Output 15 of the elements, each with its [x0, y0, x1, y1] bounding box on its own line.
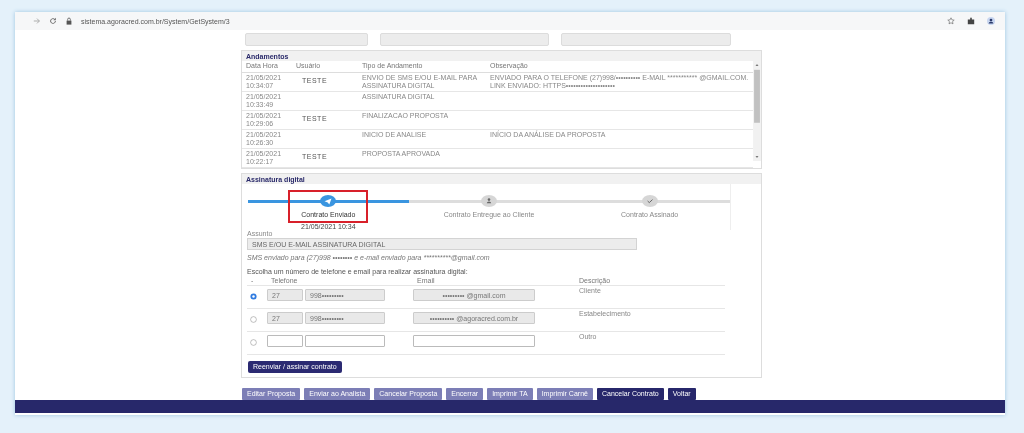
- reload-icon[interactable]: [49, 17, 57, 25]
- radio-button[interactable]: [250, 293, 257, 300]
- input-field[interactable]: [267, 335, 303, 347]
- profile-icon[interactable]: [987, 17, 995, 25]
- input-field[interactable]: [561, 33, 731, 46]
- star-icon[interactable]: [947, 17, 955, 25]
- input-field[interactable]: [380, 33, 549, 46]
- input-field[interactable]: [245, 33, 368, 46]
- radio-button[interactable]: [250, 316, 257, 323]
- input-field[interactable]: [305, 335, 385, 347]
- radio-button[interactable]: [250, 339, 257, 346]
- scrollbar[interactable]: [753, 61, 761, 161]
- forward-icon[interactable]: [33, 17, 41, 25]
- input-field[interactable]: [413, 335, 535, 347]
- lock-icon: [65, 17, 73, 25]
